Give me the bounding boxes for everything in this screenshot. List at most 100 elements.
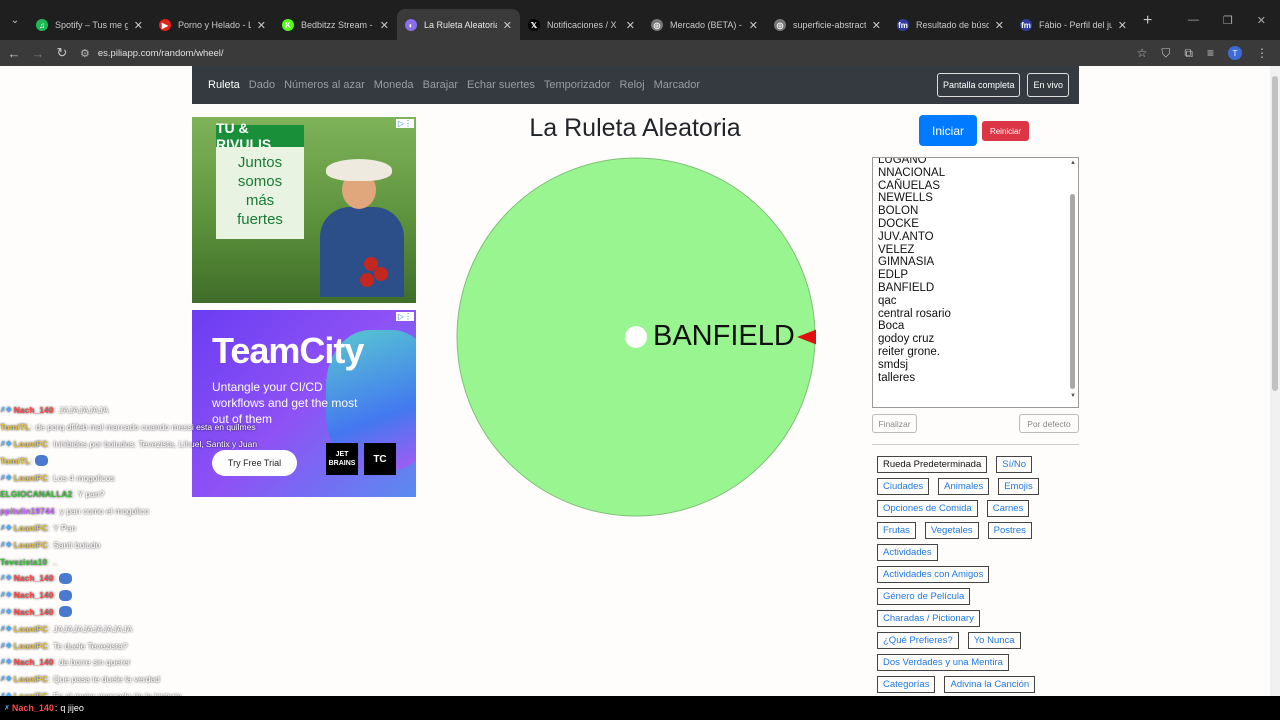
close-window-icon[interactable]: ✕ <box>1257 14 1266 27</box>
ad-choices-icon[interactable]: ▷⋮ <box>395 312 414 321</box>
back-icon[interactable]: ← <box>2 46 26 61</box>
preset-chip[interactable]: Adivina la Canción <box>944 676 1036 693</box>
preset-chip[interactable]: Vegetales <box>924 522 979 539</box>
chat-line: Tevezista10:.. <box>0 556 58 567</box>
browser-tab[interactable]: ▶ Porno y Helado - Los ✕ <box>151 9 274 41</box>
start-button[interactable]: Iniciar <box>919 115 977 146</box>
forward-icon[interactable]: → <box>26 46 50 61</box>
site-settings-icon[interactable]: ⚙ <box>80 47 90 60</box>
nav-item[interactable]: Echar suertes <box>467 79 535 91</box>
chat-username: LoaniFC <box>13 472 48 483</box>
extensions-icon[interactable]: ⧉ <box>1184 46 1193 61</box>
browser-tab[interactable]: fm Fábio - Perfil del juga ✕ <box>1012 9 1135 41</box>
preset-chip[interactable]: Emojis <box>998 478 1039 495</box>
tab-close-icon[interactable]: ✕ <box>257 19 266 32</box>
chat-username: Nach_140 <box>13 590 54 601</box>
chat-line: ✗✚ Nach_140: JAJAJAJAJA <box>0 405 109 416</box>
tab-title: superficie-abstracta- <box>793 20 866 30</box>
chat-message: de porq dfifeb mal marcado cuando messi … <box>35 422 256 433</box>
tab-close-icon[interactable]: ✕ <box>503 19 512 32</box>
tab-close-icon[interactable]: ✕ <box>380 19 389 32</box>
tab-close-icon[interactable]: ✕ <box>626 19 635 32</box>
browser-tab[interactable]: ♫ Spotify – Tus me gusta ✕ <box>28 9 151 41</box>
chat-badge-icon: ✗✚ <box>0 575 12 583</box>
scroll-up-icon[interactable]: ▲ <box>1070 160 1076 166</box>
chat-line: TomiTL: de porq dfifeb mal marcado cuando… <box>0 422 256 433</box>
default-button[interactable]: Por defecto <box>1019 414 1079 433</box>
menu-icon[interactable]: ⋮ <box>1256 46 1268 60</box>
nav-item[interactable]: Marcador <box>654 79 700 91</box>
preset-chip[interactable]: Charadas / Pictionary <box>877 610 980 627</box>
browser-tab[interactable]: K Bedbitzz Stream - Wa ✕ <box>274 9 397 41</box>
browser-tab[interactable]: ◎ Mercado (BETA) - Lig ✕ <box>643 9 766 41</box>
nav-item[interactable]: Dado <box>249 79 275 91</box>
browser-tab[interactable]: 𝕏 Notificaciones / X ✕ <box>520 9 643 41</box>
nav-item[interactable]: Ruleta <box>208 79 240 91</box>
finish-button[interactable]: Finalizar <box>872 414 917 433</box>
preset-chip[interactable]: ¿Qué Prefieres? <box>877 632 959 649</box>
nav-item[interactable]: Barajar <box>423 79 458 91</box>
wheel-center <box>625 326 647 348</box>
entry-line: NEWELLS <box>878 192 933 205</box>
chat-username: TomiTL <box>0 422 31 433</box>
ad-rivulis[interactable]: TU & RIVULIS Juntos somos más fuertes ▷⋮ <box>192 117 416 303</box>
textarea-scrollbar[interactable]: ▲ ▼ <box>1068 158 1078 407</box>
chat-emote-icon <box>35 455 49 467</box>
entries-textarea[interactable]: LUGANO NNACIONAL CAÑUELAS NEWELLS BOLON DOCKE… <box>872 157 1079 408</box>
restore-icon[interactable]: ❐ <box>1223 14 1233 27</box>
nav-item[interactable]: Moneda <box>374 79 414 91</box>
preset-chip[interactable]: Postres <box>987 522 1032 539</box>
url-field[interactable]: ⚙ es.piliapp.com/random/wheel/ <box>80 42 1137 64</box>
ad-headline: TeamCity <box>212 330 364 371</box>
tab-close-icon[interactable]: ✕ <box>1118 19 1127 32</box>
page-scrollbar[interactable] <box>1270 66 1280 696</box>
random-wheel[interactable]: BANFIELD <box>456 157 816 517</box>
preset-chip[interactable]: Sí/No <box>996 456 1032 473</box>
tab-favicon-icon: fm <box>1020 19 1032 31</box>
browser-tab[interactable]: ◐ La Ruleta Aleatoria ✕ <box>397 9 520 41</box>
preset-chip[interactable]: Género de Película <box>877 588 971 605</box>
scroll-down-icon[interactable]: ▼ <box>1070 393 1076 399</box>
address-bar-row: ← → ↻ ⚙ es.piliapp.com/random/wheel/ ☆ ⛉… <box>0 40 1280 66</box>
bookmark-star-icon[interactable]: ☆ <box>1137 46 1148 60</box>
fullscreen-button[interactable]: Pantalla completa <box>936 73 1021 97</box>
media-icon[interactable]: ≡ <box>1207 46 1214 60</box>
preset-chip[interactable]: Yo Nunca <box>967 632 1021 649</box>
nav-item[interactable]: Números al azar <box>284 79 365 91</box>
tab-close-icon[interactable]: ✕ <box>995 19 1004 32</box>
chat-username: LoaniFC <box>13 438 48 449</box>
wheel-winner-label: BANFIELD <box>653 320 795 352</box>
tab-close-icon[interactable]: ✕ <box>134 19 143 32</box>
ad-choices-icon[interactable]: ▷⋮ <box>395 119 414 128</box>
preset-chip[interactable]: Opciones de Comida <box>877 500 978 517</box>
tab-close-icon[interactable]: ✕ <box>749 19 758 32</box>
profile-avatar[interactable]: T <box>1228 46 1242 60</box>
reload-icon[interactable]: ↻ <box>50 45 74 61</box>
chat-username: LoaniFC <box>13 674 48 685</box>
new-tab-button[interactable]: + <box>1143 12 1152 30</box>
tab-search-icon[interactable]: ⌄ <box>2 8 28 34</box>
preset-chip[interactable]: Categorías <box>877 676 936 693</box>
preset-chip[interactable]: Dos Verdades y una Mentira <box>877 654 1009 671</box>
preset-chip[interactable]: Actividades con Amigos <box>877 566 990 583</box>
preset-chip[interactable]: Actividades <box>877 544 938 561</box>
tab-close-icon[interactable]: ✕ <box>872 19 881 32</box>
minimize-icon[interactable]: — <box>1188 14 1199 27</box>
entry-line: smdsj <box>878 358 909 371</box>
browser-tab[interactable]: fm Resultado de búsque ✕ <box>889 9 1012 41</box>
preset-chip[interactable]: Animales <box>938 478 990 495</box>
chat-username: ppitulin19744 <box>0 506 55 517</box>
chat-username: Tevezista10 <box>0 556 48 567</box>
reset-button[interactable]: Reiniciar <box>982 121 1029 141</box>
preset-chip[interactable]: Frutas <box>877 522 916 539</box>
browser-tab[interactable]: ◎ superficie-abstracta- ✕ <box>766 9 889 41</box>
chat-username: TomiTL <box>0 455 31 466</box>
preset-chip[interactable]: Ciudades <box>877 478 930 495</box>
shield-icon[interactable]: ⛉ <box>1161 46 1170 61</box>
live-button[interactable]: En vivo <box>1027 73 1069 97</box>
preset-chip[interactable]: Carnes <box>986 500 1030 517</box>
ad-slogan: Juntos somos más fuertes <box>216 147 304 239</box>
preset-chip[interactable]: Rueda Predeterminada <box>877 456 988 473</box>
nav-item[interactable]: Reloj <box>620 79 645 91</box>
nav-item[interactable]: Temporizador <box>544 79 611 91</box>
